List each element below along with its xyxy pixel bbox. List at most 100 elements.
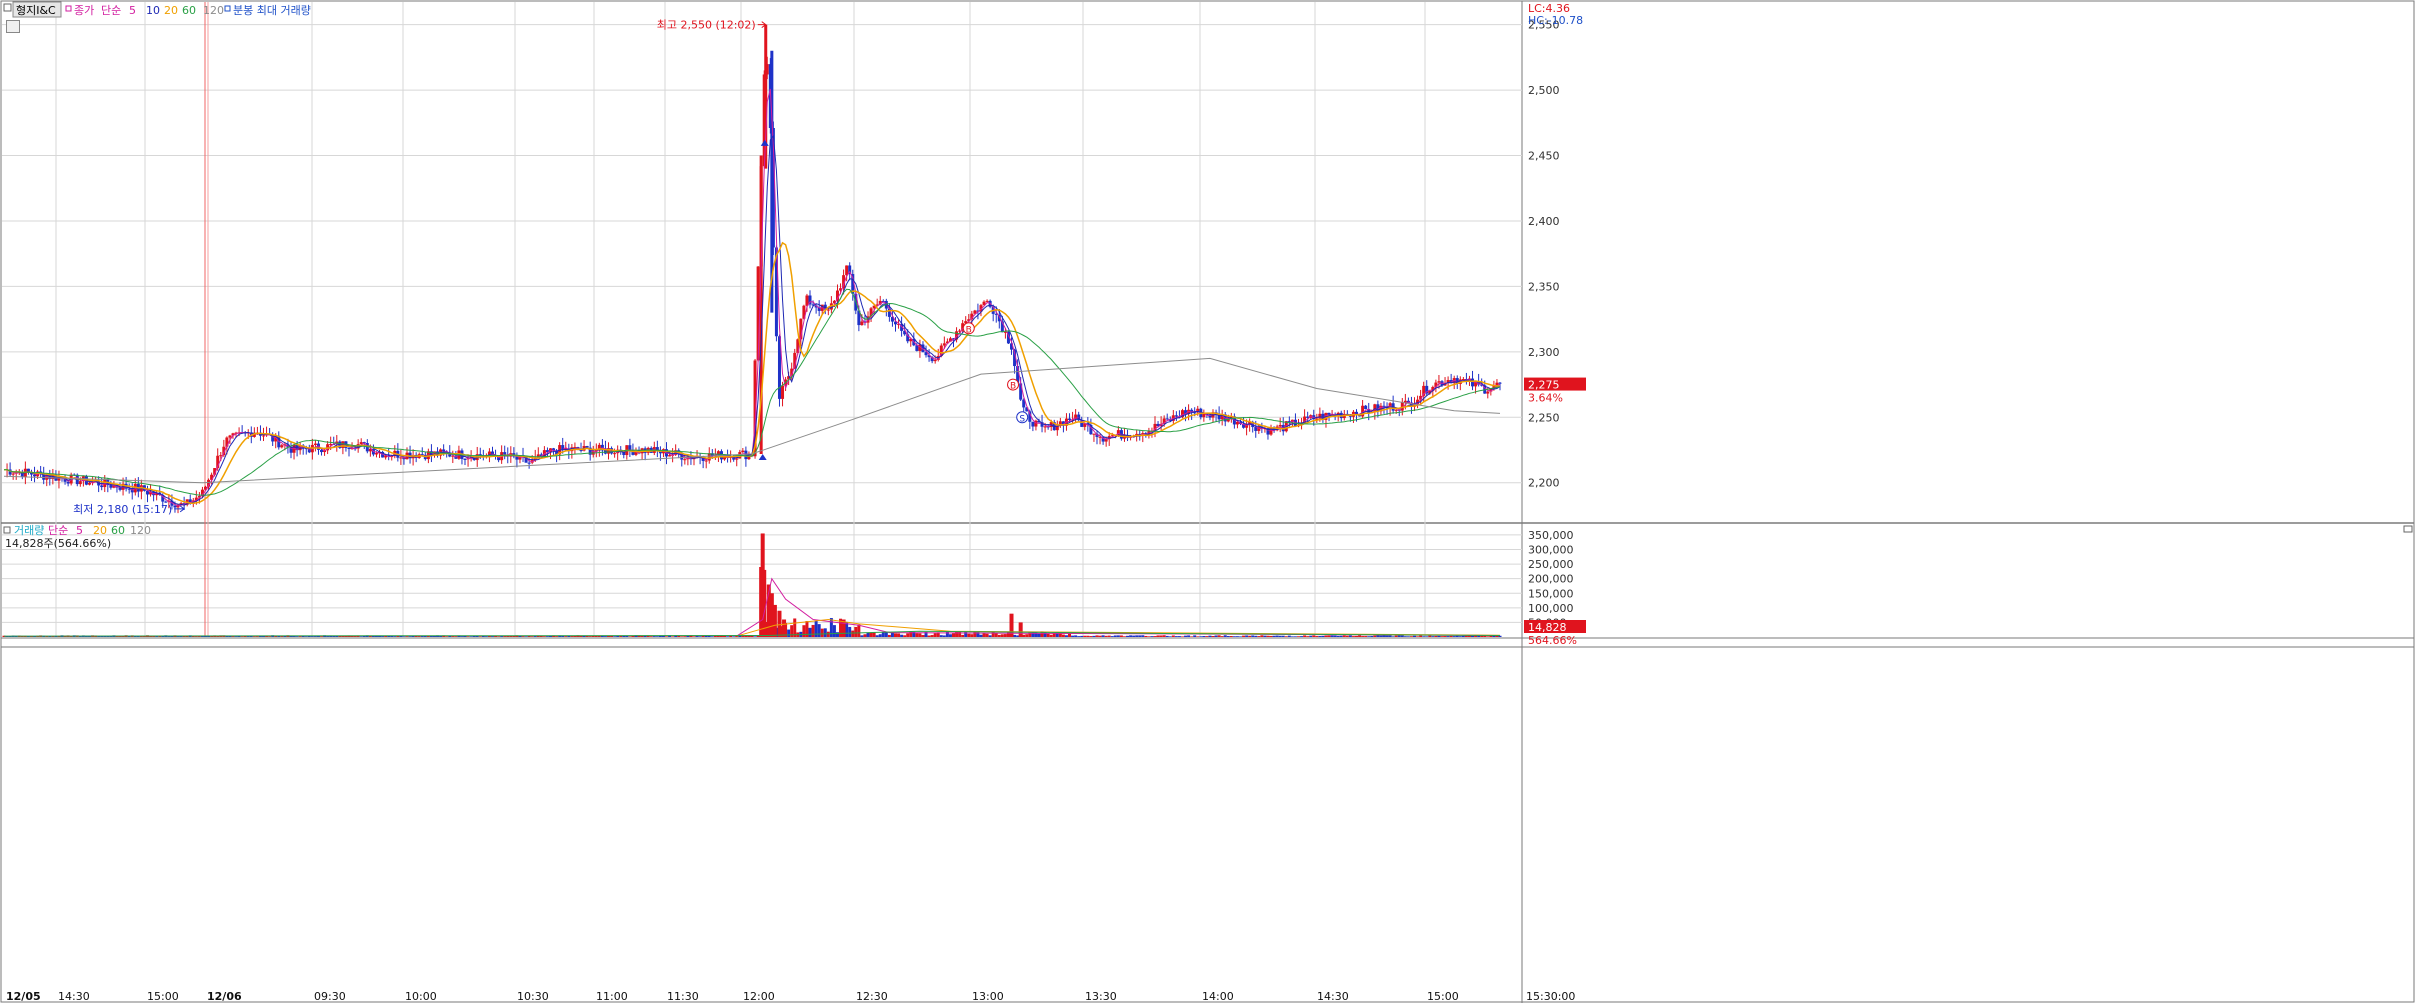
volume-bar xyxy=(1223,635,1227,637)
candle-body xyxy=(173,505,177,508)
volume-bar xyxy=(878,634,882,637)
legend-toggle-icon[interactable] xyxy=(3,3,12,12)
volume-bar xyxy=(1083,635,1087,637)
volume-bar xyxy=(564,636,568,637)
candle-body xyxy=(347,447,351,449)
volume-bar xyxy=(753,636,757,637)
time-tick-label: 14:00 xyxy=(1202,990,1234,1003)
volume-bar xyxy=(1278,635,1282,637)
legend-close-label: 종가 xyxy=(74,4,94,17)
volume-legend-ma: 5 xyxy=(76,524,83,537)
volume-bar xyxy=(826,631,830,637)
volume-bar xyxy=(295,636,299,637)
volume-bar xyxy=(915,633,919,637)
volume-bar xyxy=(597,635,601,637)
volume-bar xyxy=(1440,636,1444,637)
volume-bar xyxy=(1318,636,1322,637)
volume-bar xyxy=(680,636,684,637)
volume-bar xyxy=(500,636,504,637)
volume-bar xyxy=(1290,636,1294,637)
ma60-line xyxy=(3,288,1501,496)
volume-bar xyxy=(1064,635,1068,637)
candle-body xyxy=(320,449,324,453)
volume-bar xyxy=(1144,635,1148,637)
time-tick-label: 10:30 xyxy=(517,990,549,1003)
volume-bar xyxy=(854,626,858,637)
candle-body xyxy=(118,487,122,490)
candle-body xyxy=(399,457,403,459)
volume-bar xyxy=(1077,636,1081,637)
volume-bar xyxy=(1400,635,1404,637)
volume-bar xyxy=(1193,635,1197,637)
price-tick-label: 2,250 xyxy=(1528,411,1560,424)
volume-bar xyxy=(1220,636,1224,637)
volume-bar xyxy=(817,624,821,637)
volume-bar xyxy=(1138,635,1142,637)
candle-body xyxy=(845,265,849,276)
volume-bar xyxy=(1046,633,1050,637)
volume-bar xyxy=(405,636,409,637)
volume-bar xyxy=(1330,635,1334,637)
volume-bar xyxy=(1275,635,1279,637)
ma5-line xyxy=(3,88,1501,507)
volume-legend-ma: 120 xyxy=(130,524,151,537)
candle-body xyxy=(66,481,70,484)
volume-bar xyxy=(921,635,925,637)
volume-bar xyxy=(863,634,867,637)
volume-bars xyxy=(2,533,1502,637)
volume-bar xyxy=(1089,636,1093,637)
volume-bar xyxy=(1269,635,1273,637)
volume-bar xyxy=(570,636,574,637)
price-tick-label: 2,500 xyxy=(1528,84,1560,97)
candle-body xyxy=(1486,391,1490,394)
volume-bar xyxy=(1177,636,1181,637)
marker-up-icon xyxy=(760,139,769,146)
volume-bar xyxy=(1245,635,1249,637)
volume-bar xyxy=(1483,635,1487,637)
volume-bar xyxy=(1397,635,1401,637)
legend-simple-label: 단순 xyxy=(101,4,121,17)
candle-body xyxy=(463,458,467,460)
candle-body xyxy=(78,481,82,485)
volume-bar xyxy=(1361,636,1365,637)
price-tick-label: 2,400 xyxy=(1528,215,1560,228)
volume-bar xyxy=(930,635,934,637)
volume-bar xyxy=(1266,635,1270,637)
volume-bar xyxy=(1321,635,1325,637)
stock-name-label: 형지I&C xyxy=(16,4,56,17)
volume-bar xyxy=(469,636,473,637)
time-tick-label: 14:30 xyxy=(1317,990,1349,1003)
legend-ma-period: 20 xyxy=(164,4,178,17)
candle-body xyxy=(942,343,946,346)
volume-bar xyxy=(933,633,937,637)
price-tick-label: 2,450 xyxy=(1528,150,1560,163)
volume-bar xyxy=(1080,635,1084,637)
volume-bar xyxy=(460,636,464,637)
volume-bar xyxy=(1471,635,1475,637)
time-tick-label: 10:00 xyxy=(405,990,437,1003)
volume-bar xyxy=(1013,634,1017,637)
signal-badge-label: B xyxy=(966,325,972,335)
last-change-label: 3.64% xyxy=(1528,392,1563,405)
hc-label: HC:-10.78 xyxy=(1528,14,1583,27)
volume-bar xyxy=(1242,635,1246,637)
volume-bar xyxy=(939,635,943,637)
volume-bar xyxy=(1446,636,1450,637)
volume-bar xyxy=(1061,634,1065,637)
volume-bar xyxy=(961,634,965,637)
volume-bar xyxy=(359,636,363,637)
volume-bar xyxy=(1303,635,1307,637)
volume-bar xyxy=(1022,634,1026,637)
chart-frame xyxy=(0,0,2415,1003)
volume-legend-toggle-icon[interactable] xyxy=(3,526,11,534)
candle-body xyxy=(1165,418,1169,420)
chart-settings-button[interactable] xyxy=(6,20,20,33)
volume-bar xyxy=(665,636,669,637)
stock-chart[interactable]: 2,200 2,250 2,300 2,350 2,400 2,450 2,500 2,550… xyxy=(0,0,2416,1004)
volume-bar xyxy=(906,633,910,637)
chart-svg[interactable]: 2,2002,2502,3002,3502,4002,4502,5002,550… xyxy=(0,0,2416,1004)
volume-bar xyxy=(613,636,617,637)
volume-bar xyxy=(1025,634,1029,637)
pane-resize-icon[interactable] xyxy=(2403,525,2413,533)
volume-bar xyxy=(1425,636,1429,637)
